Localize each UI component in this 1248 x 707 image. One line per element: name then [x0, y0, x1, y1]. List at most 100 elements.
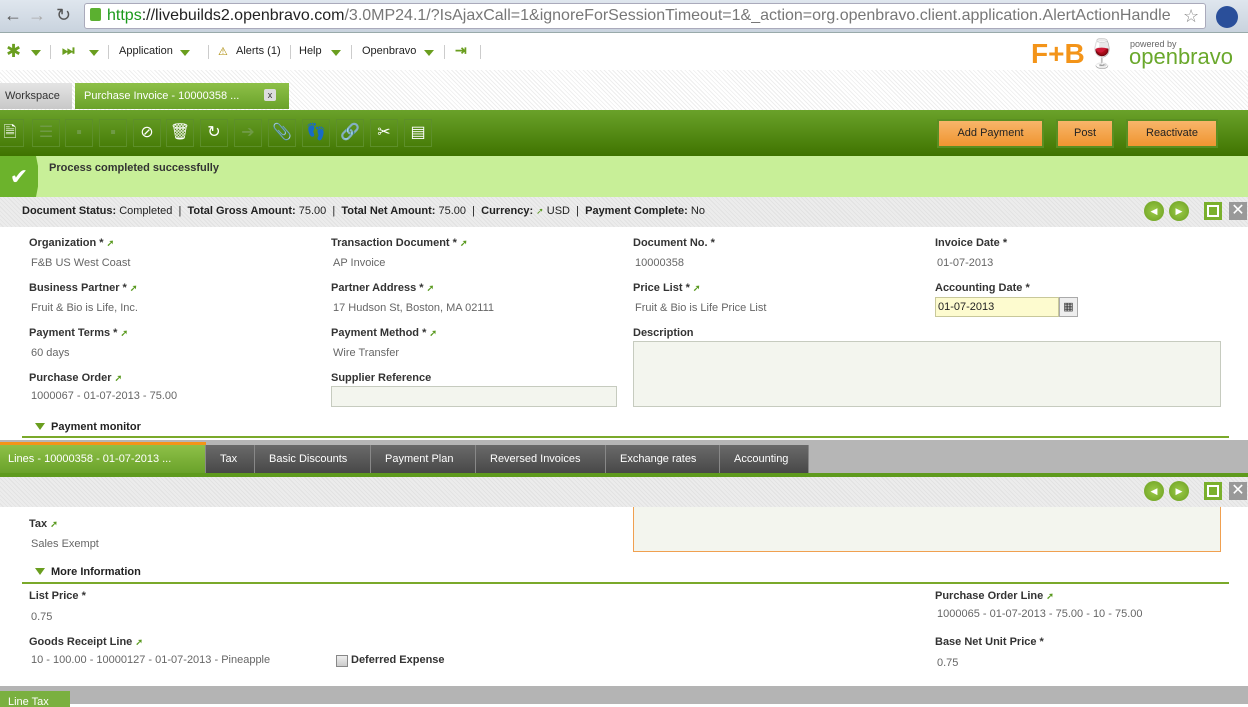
link-icon[interactable]: 🔗 [336, 119, 364, 147]
purchase-order-value: 1000067 - 01-07-2013 - 75.00 [31, 390, 178, 402]
message-text: Process completed successfully [49, 162, 219, 174]
status-text: Document Status: Completed | Total Gross… [22, 205, 705, 217]
maximize-button[interactable] [1204, 482, 1222, 500]
cancel-icon[interactable]: ⊘ [133, 119, 161, 147]
deferred-expense-checkbox[interactable] [336, 655, 348, 667]
next-record-button[interactable]: ▶ [1169, 481, 1189, 501]
tax-label: Tax ➚ [29, 518, 58, 530]
reactivate-button[interactable]: Reactivate [1126, 119, 1218, 148]
add-payment-button[interactable]: Add Payment [937, 119, 1044, 148]
menu-help[interactable]: Help [299, 45, 322, 57]
bottom-tabs [0, 686, 1248, 704]
fb-logo: F+B🍷 [1031, 38, 1120, 69]
save-close-icon[interactable]: ▪ [99, 119, 127, 147]
document-no-value: 10000358 [635, 257, 684, 269]
tab-accounting[interactable]: Accounting [720, 445, 809, 473]
section-divider [22, 436, 1229, 438]
logout-icon[interactable]: ⇥ [455, 42, 467, 59]
partner-address-label: Partner Address * ➚ [331, 282, 435, 294]
partner-address-value: 17 Hudson St, Boston, MA 02111 [333, 302, 495, 314]
supplier-reference-label: Supplier Reference [331, 372, 432, 384]
tab-reversed-invoices[interactable]: Reversed Invoices [476, 445, 606, 473]
payment-terms-value: 60 days [31, 347, 70, 359]
tools-icon[interactable]: ✂ [370, 119, 398, 147]
supplier-reference-input[interactable] [331, 386, 617, 407]
tab-payment-plan[interactable]: Payment Plan [371, 445, 476, 473]
tab-purchase-invoice[interactable]: WorkspacePurchase Invoice - 10000358 ... [75, 83, 289, 109]
chevron-down-icon[interactable] [180, 50, 190, 56]
tab-line-tax[interactable]: Line Tax [0, 691, 70, 707]
more-information-section[interactable]: More Information [35, 566, 141, 578]
close-form-button[interactable]: ✕ [1229, 482, 1247, 500]
organization-value: F&B US West Coast [31, 257, 131, 269]
payment-terms-label: Payment Terms * ➚ [29, 327, 129, 339]
tax-value: Sales Exempt [31, 538, 99, 550]
organization-label: Organization * ➚ [29, 237, 115, 249]
delete-icon[interactable]: 🗑 [166, 119, 194, 147]
goods-receipt-line-label: Goods Receipt Line ➚ [29, 636, 143, 648]
new-document-icon[interactable]: 🗎 [0, 119, 24, 147]
lock-icon [90, 8, 101, 21]
chevron-down-icon[interactable] [331, 50, 341, 56]
chevron-down-icon[interactable] [424, 50, 434, 56]
audit-trail-icon[interactable]: 👣 [302, 119, 330, 147]
back-icon[interactable]: ← [4, 5, 22, 26]
forward-icon[interactable]: → [28, 5, 46, 26]
post-button[interactable]: Post [1056, 119, 1114, 148]
po-line-label: Purchase Order Line ➚ [935, 590, 1054, 602]
description-label: Description [633, 327, 694, 339]
quick-launch-icon[interactable]: ✱ [6, 41, 21, 62]
payment-method-label: Payment Method * ➚ [331, 327, 437, 339]
save-icon[interactable]: ▪ [65, 119, 93, 147]
calendar-icon[interactable]: ▦ [1059, 297, 1078, 317]
tab-basic-discounts[interactable]: Basic Discounts [255, 445, 371, 473]
section-divider [22, 582, 1229, 584]
attach-icon[interactable]: 📎 [268, 119, 296, 147]
accounting-date-label: Accounting Date * [935, 282, 1030, 294]
chevron-down-icon[interactable] [89, 50, 99, 56]
tab-workspace[interactable]: Workspace [0, 83, 72, 109]
tab-lines[interactable]: Lines - 10000358 - 01-07-2013 ... [0, 445, 206, 473]
quick-create-icon[interactable]: ⏭ [62, 42, 75, 59]
tab-tax[interactable]: Tax [206, 445, 255, 473]
menu-alerts[interactable]: Alerts (1) [236, 45, 281, 57]
line-description-input[interactable] [633, 507, 1221, 552]
close-tab-icon[interactable]: x [264, 89, 276, 101]
price-list-label: Price List * ➚ [633, 282, 701, 294]
transaction-document-label: Transaction Document * ➚ [331, 237, 468, 249]
child-status-bar [0, 477, 1248, 507]
reload-icon[interactable]: ↻ [56, 5, 71, 26]
list-price-label: List Price * [29, 590, 86, 602]
close-form-button[interactable]: ✕ [1229, 202, 1247, 220]
warning-icon: ⚠ [218, 46, 228, 58]
purchase-order-label: Purchase Order ➚ [29, 372, 123, 384]
export-icon[interactable]: ➔ [234, 119, 262, 147]
star-icon[interactable]: ☆ [1183, 6, 1199, 27]
next-record-button[interactable]: ▶ [1169, 201, 1189, 221]
invoice-date-label: Invoice Date * [935, 237, 1008, 249]
base-net-unit-price-value: 0.75 [937, 657, 959, 669]
maximize-button[interactable] [1204, 202, 1222, 220]
openbravo-logo: openbravo [1129, 44, 1233, 69]
layout-icon[interactable]: ▤ [404, 119, 432, 147]
goods-receipt-line-value: 10 - 100.00 - 10000127 - 01-07-2013 - Pi… [31, 654, 271, 666]
new-row-icon[interactable]: ☰ [32, 119, 60, 147]
extension-icon[interactable] [1216, 6, 1238, 28]
invoice-date-value: 01-07-2013 [937, 257, 994, 269]
business-partner-value: Fruit & Bio is Life, Inc. [31, 302, 138, 314]
accounting-date-input[interactable]: 01-07-2013 [935, 297, 1059, 317]
description-input[interactable] [633, 341, 1221, 407]
address-bar[interactable]: https://livebuilds2.openbravo.com/3.0MP2… [84, 3, 1206, 29]
menu-user[interactable]: Openbravo [362, 45, 416, 57]
tab-exchange-rates[interactable]: Exchange rates [606, 445, 720, 473]
payment-monitor-section[interactable]: Payment monitor [35, 421, 141, 433]
refresh-icon[interactable]: ↻ [200, 119, 228, 147]
previous-record-button[interactable]: ◀ [1144, 481, 1164, 501]
business-partner-label: Business Partner * ➚ [29, 282, 138, 294]
checkmark-icon: ✔ [0, 156, 38, 197]
payment-method-value: Wire Transfer [333, 347, 400, 359]
po-line-value: 1000065 - 01-07-2013 - 75.00 - 10 - 75.0… [937, 608, 1143, 620]
menu-application[interactable]: Application [119, 45, 173, 57]
chevron-down-icon[interactable] [31, 50, 41, 56]
previous-record-button[interactable]: ◀ [1144, 201, 1164, 221]
